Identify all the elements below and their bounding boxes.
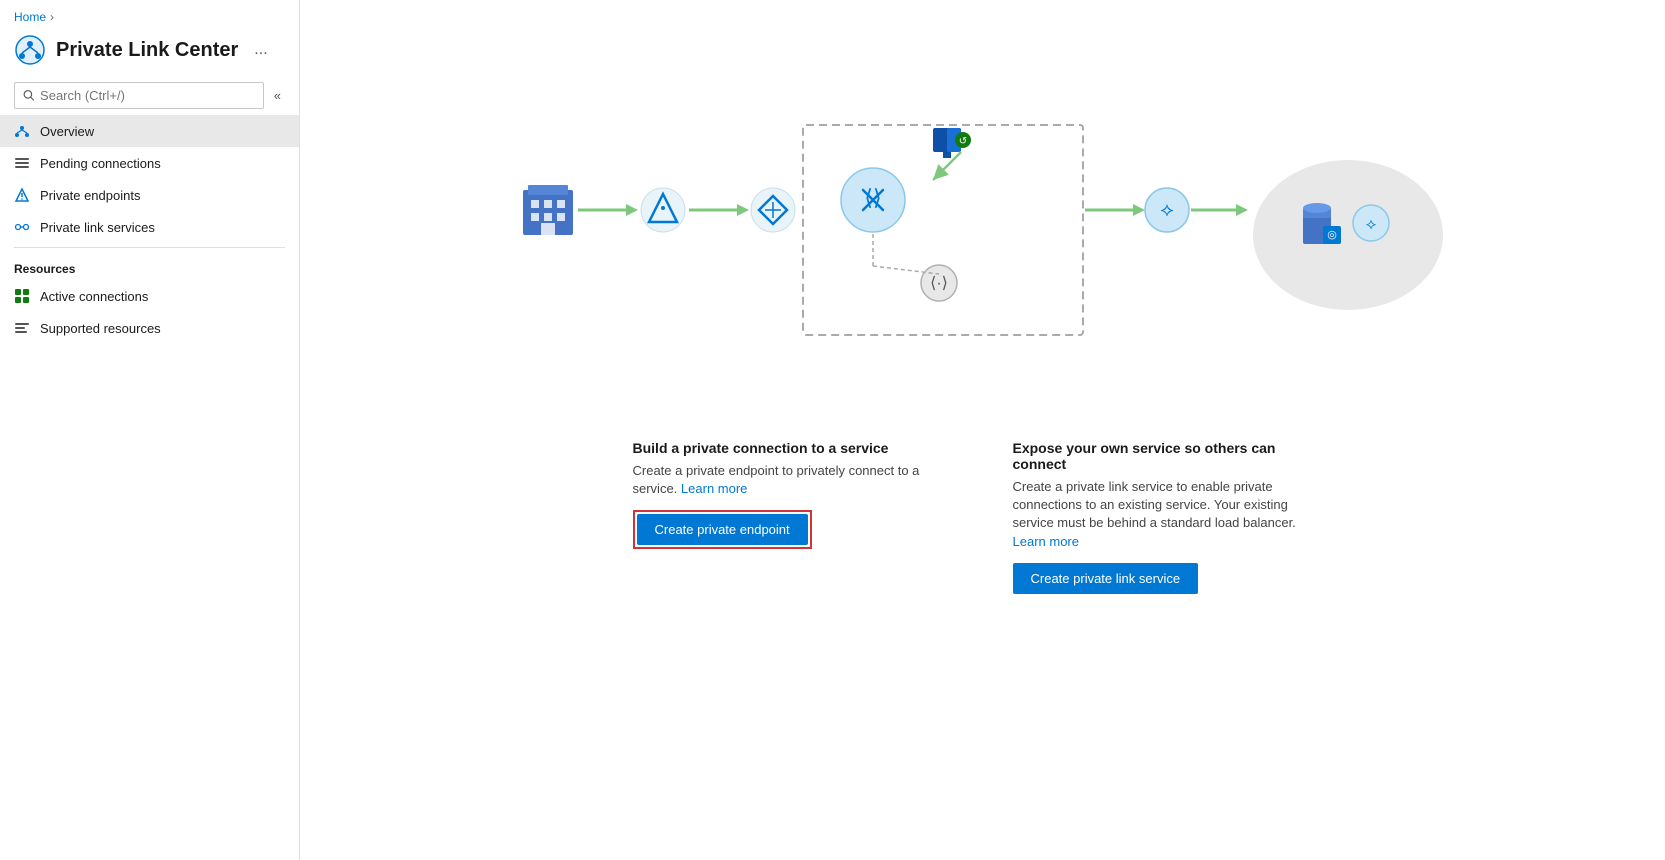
private-endpoints-icon [14,187,30,203]
page-header: Private Link Center ... [0,28,299,76]
main-content: ⟨⟩ ↺ ⟨·⟩ [300,0,1665,860]
sidebar: Home › Private Link Center ... « [0,0,300,860]
svg-text:◎: ◎ [1327,229,1337,241]
svg-text:⟡: ⟡ [1365,216,1376,233]
card2-desc: Create a private link service to enable … [1013,478,1333,551]
search-input[interactable] [40,88,255,103]
search-icon [23,89,35,102]
nav-divider [14,247,285,248]
diagram-area: ⟨⟩ ↺ ⟨·⟩ [300,0,1665,420]
card2-title: Expose your own service so others can co… [1013,440,1333,472]
svg-text:⟡: ⟡ [1160,199,1173,221]
resources-section-label: Resources [0,252,299,280]
overview-label: Overview [40,124,94,139]
private-link-services-icon [14,219,30,235]
sidebar-item-overview[interactable]: Overview [0,115,299,147]
sidebar-item-private-link-services[interactable]: Private link services [0,211,299,243]
svg-text:⟨⟩: ⟨⟩ [864,185,881,210]
sidebar-item-pending-connections[interactable]: Pending connections [0,147,299,179]
breadcrumb-home[interactable]: Home [14,10,46,24]
sidebar-item-supported-resources[interactable]: Supported resources [0,312,299,344]
card2-learn-more-link[interactable]: Learn more [1013,534,1079,549]
pending-connections-icon [14,155,30,171]
sidebar-item-private-endpoints[interactable]: Private endpoints [0,179,299,211]
card-private-link-service: Expose your own service so others can co… [983,440,1363,594]
breadcrumb: Home › [0,0,299,28]
breadcrumb-sep: › [50,10,54,24]
supported-resources-label: Supported resources [40,321,161,336]
active-connections-label: Active connections [40,289,148,304]
private-link-services-label: Private link services [40,220,155,235]
collapse-button[interactable]: « [270,84,285,107]
overview-icon [14,123,30,139]
card1-learn-more-link[interactable]: Learn more [681,481,747,496]
card1-title: Build a private connection to a service [633,440,953,456]
architecture-diagram: ⟨⟩ ↺ ⟨·⟩ [493,60,1473,360]
card-private-endpoint: Build a private connection to a service … [603,440,983,594]
supported-resources-icon [14,320,30,336]
svg-text:⟨·⟩: ⟨·⟩ [930,275,948,292]
svg-text:↺: ↺ [958,136,966,147]
sidebar-item-active-connections[interactable]: Active connections [0,280,299,312]
search-area: « [0,76,299,115]
active-connections-icon [14,288,30,304]
page-title: Private Link Center [56,39,238,62]
private-link-center-icon [14,34,46,66]
cards-area: Build a private connection to a service … [300,420,1665,624]
card1-desc: Create a private endpoint to privately c… [633,462,953,498]
private-endpoints-label: Private endpoints [40,188,140,203]
create-private-endpoint-button[interactable]: Create private endpoint [637,514,808,545]
create-private-link-service-button[interactable]: Create private link service [1013,563,1199,594]
create-private-endpoint-wrapper: Create private endpoint [633,510,812,549]
search-box[interactable] [14,82,264,109]
more-icon[interactable]: ... [254,41,267,59]
pending-connections-label: Pending connections [40,156,161,171]
